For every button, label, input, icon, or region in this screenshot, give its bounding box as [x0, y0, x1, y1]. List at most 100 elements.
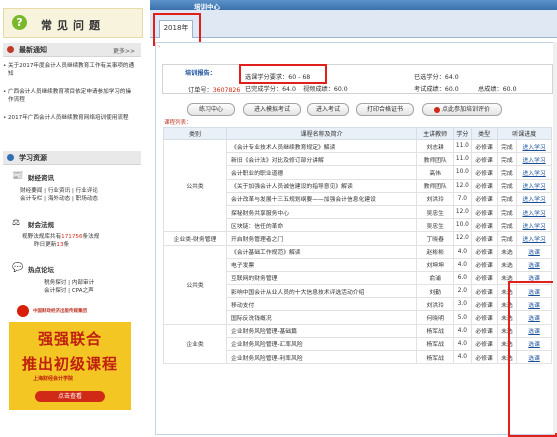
- news-title: 最新通知: [19, 46, 47, 54]
- progress-status: 未选: [501, 263, 513, 270]
- course-type: 必修课: [475, 329, 493, 336]
- course-table: 类别 课程名称及简介 主讲教师 学分 类型 听课进度 公共类 《会计专业技术人员继…: [162, 127, 553, 365]
- course-name-link[interactable]: 会计改革与发展十三五规划纲要——加强会计信息化建设: [231, 197, 376, 203]
- teacher-name: 教师团队: [423, 157, 447, 164]
- course-action-link[interactable]: 进入学习: [522, 237, 545, 243]
- caijing-links[interactable]: 财经要闻 | 行业资讯 | 行业评论 会计专栏 | 海外动态 | 职场动态: [20, 187, 130, 203]
- credit-value: 5.0: [457, 314, 467, 321]
- course-name-link[interactable]: 探秘财务共享服务中心: [231, 211, 289, 217]
- progress-status: 未选: [501, 250, 513, 257]
- course-name-link[interactable]: 开启财务管理者之门: [231, 237, 283, 243]
- course-action-link[interactable]: 进入学习: [522, 171, 545, 177]
- course-name-link[interactable]: 电子发票: [231, 263, 254, 269]
- course-name-link[interactable]: 会计职业的职业道德: [231, 171, 283, 177]
- course-action-link[interactable]: 进入学习: [522, 197, 545, 203]
- main-area: 培训中心 2018年 › 培训报告： 选课学分要求：60 - 68 已选学分：6…: [150, 0, 557, 437]
- news-more-link[interactable]: 更多>>: [113, 46, 135, 55]
- teacher-name: 杨军战: [426, 342, 444, 349]
- faq-box[interactable]: ? 常见问题: [3, 8, 143, 38]
- top-bar: 培训中心: [150, 0, 557, 11]
- table-row: 企业类 企业财务风险管理-基础篇 杨军战 4.0 必修课 未选 选课: [162, 323, 552, 365]
- progress-status: 完成: [501, 236, 513, 243]
- left-sidebar: ? 常见问题 最新通知 更多>> 关于2017年度会计人员继续教育工作有关事项的…: [0, 0, 146, 433]
- credit-value: 12.0: [455, 182, 469, 189]
- scrollbar[interactable]: [553, 42, 557, 433]
- course-type: 必修课: [475, 197, 493, 204]
- course-name-link[interactable]: 影响中国会计从业人员的十大信息技术评选活动介绍: [231, 290, 364, 296]
- newspaper-icon: 📰: [12, 171, 24, 181]
- promo-banner[interactable]: 中国财政经济出版传媒集团 强强联合 推出初级课程 上海财经会计学院 点击查看: [9, 300, 131, 410]
- teacher-name: 何晓明: [426, 316, 444, 323]
- promo-brand: 上海财经会计学院: [33, 376, 74, 382]
- row-category: 公共类: [162, 244, 228, 325]
- news-item[interactable]: 2017年广西会计人员继续教育网络培训使用流程: [3, 114, 136, 122]
- practice-center-button[interactable]: 练习中心: [187, 103, 235, 116]
- highlight-box-select: [508, 281, 557, 437]
- course-name-link[interactable]: 企业财务风险管理-利率风险: [231, 356, 303, 362]
- course-action-link[interactable]: 选课: [528, 250, 540, 256]
- progress-status: 完成: [501, 184, 513, 191]
- course-action-link[interactable]: 进入学习: [522, 184, 545, 190]
- credit-value: 4.0: [457, 248, 467, 255]
- enter-exam-button[interactable]: 进入考试: [307, 103, 349, 116]
- course-type: 必修课: [475, 157, 493, 164]
- question-icon: ?: [12, 15, 27, 30]
- course-name-link[interactable]: 《会计专业技术人员继续教育规定》解读: [231, 145, 335, 151]
- col-type: 类型: [470, 127, 498, 140]
- caijing-title[interactable]: 财经资讯: [28, 172, 54, 182]
- credit-value: 4.0: [457, 327, 467, 334]
- total-score: 总成绩：60.0: [478, 86, 517, 93]
- promo-view-button[interactable]: 点击查看: [35, 391, 105, 402]
- evaluation-button[interactable]: 点此参加培训评价: [422, 103, 502, 116]
- course-name-link[interactable]: 企业财务风险管理-基础篇: [231, 329, 297, 335]
- credit-value: 4.0: [457, 261, 467, 268]
- promo-line1: 强强联合: [37, 330, 102, 348]
- news-item[interactable]: 关于2017年度会计人员继续教育工作有关事项的通知: [3, 62, 136, 78]
- progress-status: 完成: [501, 210, 513, 217]
- teacher-name: 教师团队: [423, 184, 447, 191]
- course-action-link[interactable]: 进入学习: [522, 158, 545, 164]
- luntan-title[interactable]: 热点论坛: [28, 264, 54, 274]
- course-action-link[interactable]: 选课: [528, 263, 540, 269]
- course-type: 必修课: [475, 210, 493, 217]
- course-type: 必修课: [475, 236, 493, 243]
- course-name-link[interactable]: 《会计基础工作规范》解读: [231, 250, 301, 256]
- resources-header: 学习资源: [3, 151, 141, 165]
- course-name-link[interactable]: 《关于加强会计人员诚信建设的指导意见》解读: [231, 184, 353, 190]
- faq-title: 常见问题: [41, 19, 105, 32]
- fagui-title[interactable]: 财会法规: [28, 219, 54, 229]
- course-action-link[interactable]: 进入学习: [522, 224, 545, 230]
- row-category: 企业类-财务管理: [162, 231, 228, 246]
- row-category: 公共类: [162, 138, 228, 233]
- row-category: 企业类: [162, 323, 228, 365]
- course-type: 必修课: [475, 144, 493, 151]
- print-certificate-button[interactable]: 打印合格证书: [356, 103, 414, 116]
- course-type: 必修课: [475, 184, 493, 191]
- credit-value: 12.0: [455, 209, 469, 216]
- course-name-link[interactable]: 区块链：信任的革命: [231, 224, 283, 230]
- promo-publisher: 中国财政经济出版传媒集团: [33, 309, 87, 314]
- mock-exam-button[interactable]: 进入模拟考试: [243, 103, 301, 116]
- course-action-link[interactable]: 进入学习: [522, 145, 545, 151]
- course-name-link[interactable]: 新旧《会计法》对比及修订部分讲解: [231, 158, 324, 164]
- course-action-link[interactable]: 进入学习: [522, 211, 545, 217]
- highlight-box-credit: [239, 64, 327, 84]
- credit-value: 4.0: [457, 340, 467, 347]
- luntan-links[interactable]: 税务探讨 | 内部审计 会计探讨 | CPA之声: [44, 279, 154, 295]
- teacher-name: 吴忠生: [426, 210, 444, 217]
- credit-value: 10.0: [455, 222, 469, 229]
- course-name-link[interactable]: 企业财务风险管理-汇率风险: [231, 342, 303, 348]
- course-type: 必修课: [475, 170, 493, 177]
- forum-icon: 💬: [12, 263, 24, 273]
- col-teacher: 主讲教师: [416, 127, 455, 140]
- tab-strip: [150, 10, 557, 38]
- teacher-name: 刘洪玲: [426, 302, 444, 309]
- course-name-link[interactable]: 移动支付: [231, 303, 254, 309]
- course-name-link[interactable]: 互联网的财务管理: [231, 276, 277, 282]
- table-row: 企业类-财务管理 开启财务管理者之门 丁晓春 12.0 必修课 完成 进入学习: [162, 231, 552, 246]
- fagui-stats: 视野法规库共有171756条法规 昨日更新13条: [22, 234, 100, 248]
- evaluation-icon: [433, 106, 440, 113]
- course-name-link[interactable]: 国际反洗钱概况: [231, 316, 272, 322]
- progress-status: 完成: [501, 170, 513, 177]
- news-item[interactable]: 广西会计人员继续教育项目依定申请参加学习的操作流程: [3, 88, 136, 104]
